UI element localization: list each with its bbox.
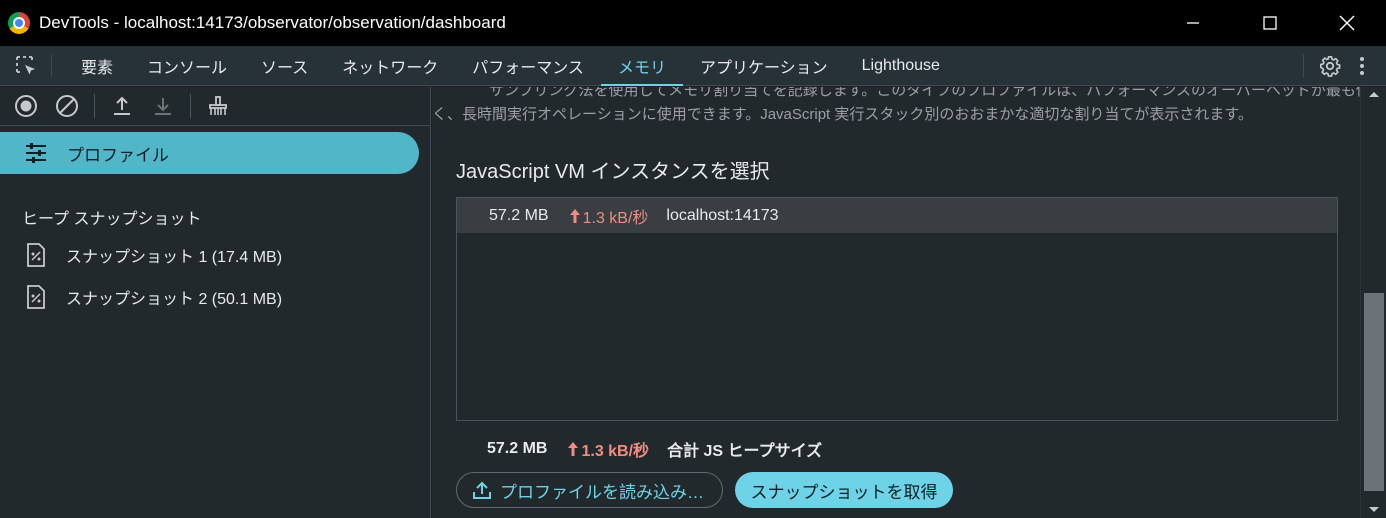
vm-instance-row[interactable]: 57.2 MB 1.3 kB/秒 localhost:14173 bbox=[457, 198, 1337, 233]
snapshot-item[interactable]: スナップショット 1 (17.4 MB) bbox=[0, 239, 430, 271]
profiles-sidebar: プロファイル ヒープ スナップショット スナップショット 1 (17.4 MB)… bbox=[0, 87, 431, 518]
record-icon bbox=[15, 95, 37, 117]
save-profile-button[interactable] bbox=[149, 92, 177, 120]
scroll-up-icon[interactable] bbox=[1368, 90, 1380, 98]
inspect-icon bbox=[15, 55, 35, 74]
settings-button[interactable] bbox=[1314, 50, 1346, 82]
tab-1[interactable]: コンソール bbox=[130, 46, 244, 85]
snapshot-file-icon bbox=[26, 243, 46, 267]
upload-icon bbox=[472, 480, 492, 500]
total-heap-label: 合計 JS ヒープサイズ bbox=[667, 443, 823, 460]
load-profile-button[interactable]: プロファイルを読み込み… bbox=[456, 472, 723, 508]
maximize-icon bbox=[1263, 16, 1277, 30]
heap-snapshot-section-title: ヒープ スナップショット bbox=[22, 211, 202, 228]
tune-icon bbox=[25, 143, 47, 163]
more-options-button[interactable] bbox=[1346, 50, 1378, 82]
window-title: DevTools - localhost:14173/observator/ob… bbox=[39, 13, 506, 32]
maximize-button[interactable] bbox=[1247, 0, 1293, 46]
toolbar-divider bbox=[94, 94, 95, 118]
gear-icon bbox=[1320, 56, 1341, 77]
vm-instance-heading: JavaScript VM インスタンスを選択 bbox=[456, 161, 770, 183]
tab-3[interactable]: ネットワーク bbox=[325, 46, 455, 85]
total-rate: 1.3 kB/秒 bbox=[567, 437, 649, 461]
take-snapshot-label: スナップショットを取得 bbox=[750, 482, 938, 502]
sampling-description: サンプリング法を使用してメモリ割り当てを記録します。このタイプのプロファイルは、… bbox=[432, 87, 1360, 127]
arrow-up-icon bbox=[569, 208, 580, 223]
close-icon bbox=[1339, 15, 1355, 31]
close-button[interactable] bbox=[1324, 0, 1370, 46]
tab-2[interactable]: ソース bbox=[244, 46, 325, 85]
tab-7[interactable]: Lighthouse bbox=[845, 46, 957, 85]
arrow-up-icon bbox=[568, 442, 579, 456]
load-profile-label: プロファイルを読み込み… bbox=[500, 482, 704, 502]
scrollbar-thumb[interactable] bbox=[1364, 293, 1384, 491]
sidebar-item-profiles[interactable]: プロファイル bbox=[0, 132, 419, 174]
collect-garbage-icon bbox=[209, 96, 227, 115]
vm-instance-list: 57.2 MB 1.3 kB/秒 localhost:14173 bbox=[456, 197, 1338, 421]
instance-host: localhost:14173 bbox=[666, 206, 779, 224]
total-heap-summary: 57.2 MB 1.3 kB/秒 合計 JS ヒープサイズ bbox=[487, 437, 822, 461]
collect-garbage-button[interactable] bbox=[204, 92, 232, 120]
inspect-element-button[interactable] bbox=[0, 54, 52, 77]
description-line: サンプリング法を使用してメモリ割り当てを記録します。このタイプのプロファイルは、… bbox=[489, 87, 1360, 99]
toolbar-divider bbox=[190, 94, 191, 118]
profile-launcher-panel: サンプリング法を使用してメモリ割り当てを記録します。このタイプのプロファイルは、… bbox=[432, 87, 1360, 518]
instance-rate-value: 1.3 kB/秒 bbox=[582, 209, 649, 227]
record-button[interactable] bbox=[12, 92, 40, 120]
minimize-icon bbox=[1187, 22, 1199, 24]
load-profile-button[interactable] bbox=[108, 92, 136, 120]
minimize-button[interactable] bbox=[1170, 0, 1216, 46]
take-snapshot-button[interactable]: スナップショットを取得 bbox=[735, 472, 953, 508]
tab-6[interactable]: アプリケーション bbox=[683, 46, 845, 85]
tab-4[interactable]: パフォーマンス bbox=[455, 46, 601, 85]
vertical-scrollbar[interactable] bbox=[1360, 87, 1386, 518]
toolbar-divider bbox=[1303, 54, 1304, 78]
instance-rate: 1.3 kB/秒 bbox=[569, 204, 649, 228]
total-heap-size: 57.2 MB bbox=[487, 440, 548, 457]
memory-toolbar bbox=[0, 87, 430, 126]
sidebar-item-label: プロファイル bbox=[67, 145, 169, 165]
snapshot-item[interactable]: スナップショット 2 (50.1 MB) bbox=[0, 281, 430, 313]
tab-0[interactable]: 要素 bbox=[64, 46, 130, 85]
tab-5[interactable]: メモリ bbox=[600, 46, 683, 86]
clear-icon bbox=[56, 95, 78, 117]
scroll-down-icon[interactable] bbox=[1368, 506, 1380, 514]
instance-heap-size: 57.2 MB bbox=[489, 206, 549, 224]
upload-icon bbox=[114, 96, 130, 115]
total-rate-value: 1.3 kB/秒 bbox=[581, 443, 650, 460]
clear-button[interactable] bbox=[53, 92, 81, 120]
snapshot-label: スナップショット 1 (17.4 MB) bbox=[66, 249, 283, 266]
snapshot-file-icon bbox=[26, 285, 46, 309]
description-line: く、長時間実行オペレーションに使用できます。JavaScript 実行スタック別… bbox=[432, 106, 1253, 123]
devtools-tabbar: 要素 コンソール ソース ネットワーク パフォーマンス メモリ アプリケーション Lighth… bbox=[0, 46, 1386, 86]
more-vert-icon bbox=[1360, 57, 1364, 75]
download-icon bbox=[155, 98, 171, 115]
window-titlebar: DevTools - localhost:14173/observator/ob… bbox=[0, 0, 1386, 46]
chrome-logo-icon bbox=[8, 12, 30, 34]
snapshot-label: スナップショット 2 (50.1 MB) bbox=[66, 291, 283, 308]
